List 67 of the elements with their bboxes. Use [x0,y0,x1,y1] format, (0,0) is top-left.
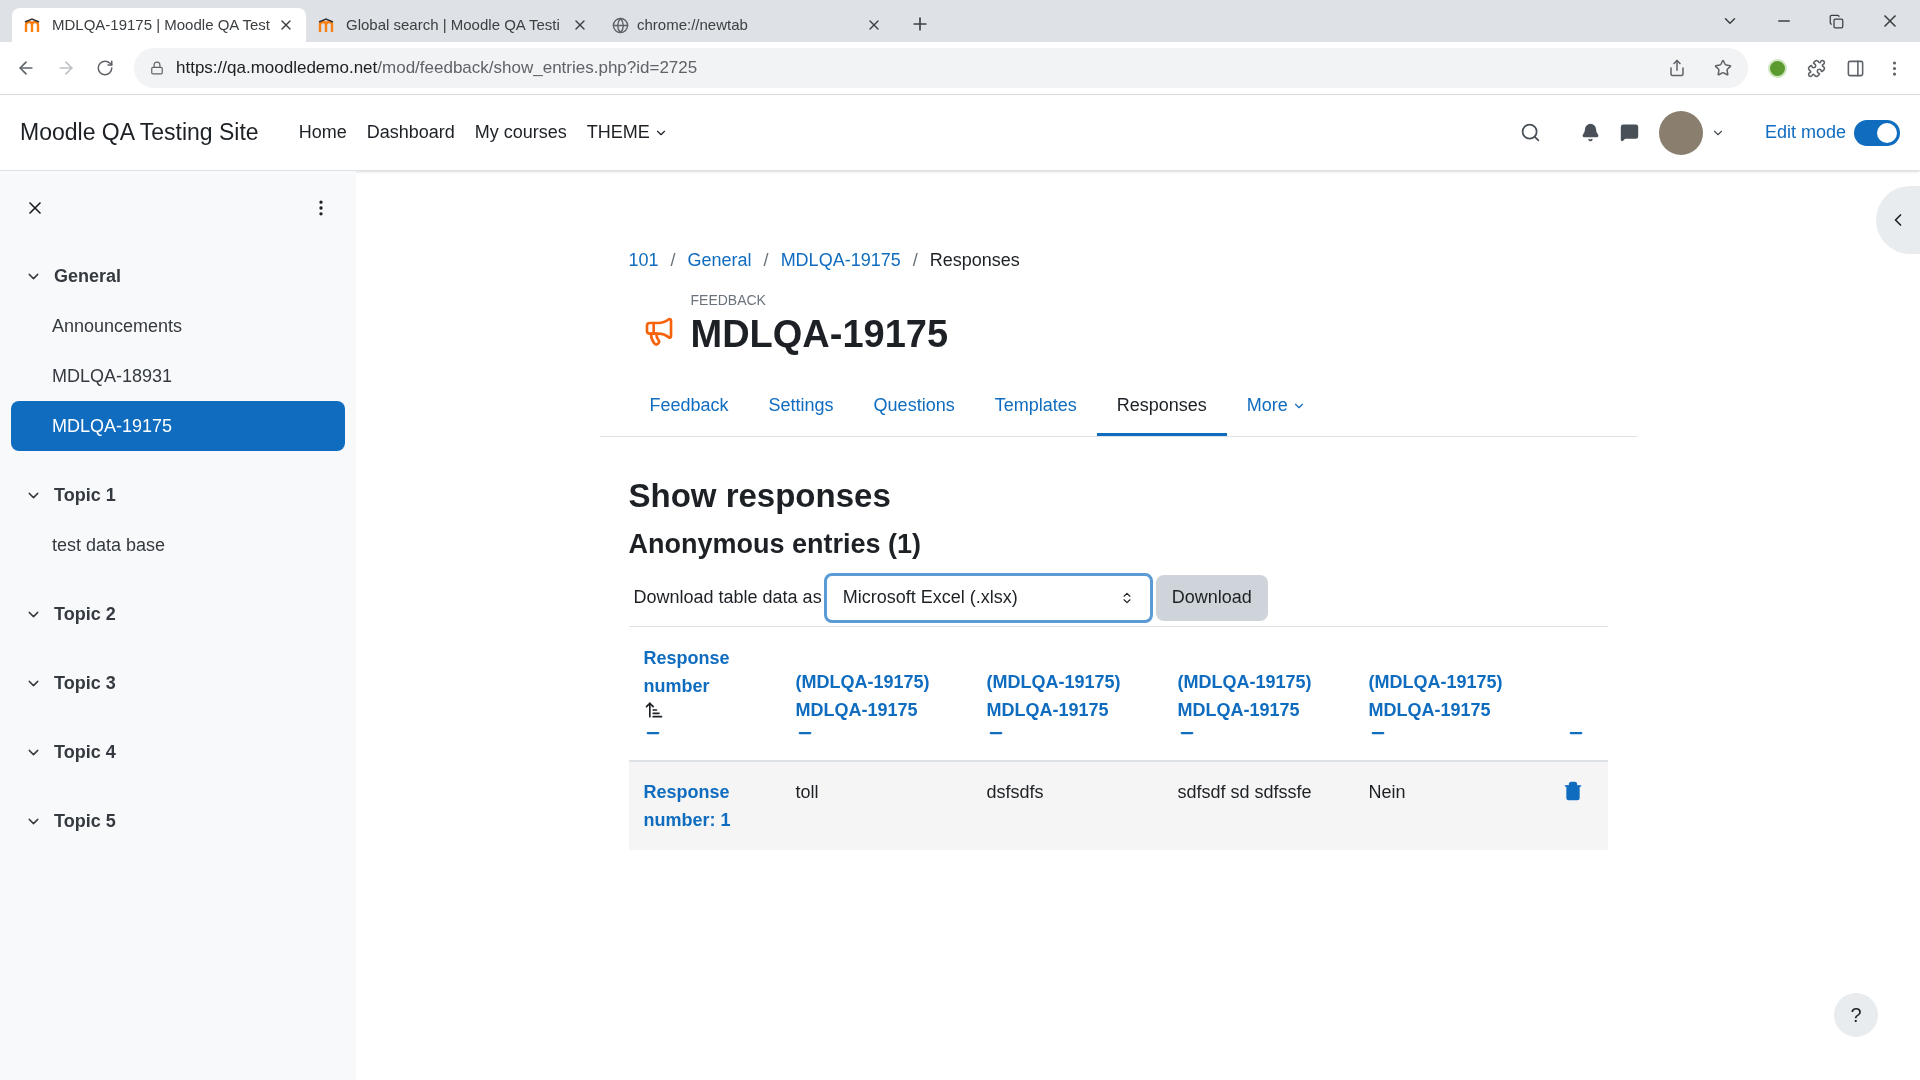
format-select[interactable]: Microsoft Excel (.xlsx) [823,572,1153,623]
nav-tab[interactable]: Questions [853,378,975,436]
table-cell-text: dsfsdfs [986,780,1045,804]
section-header[interactable]: General [11,251,345,301]
section-heading: Show responses [628,475,892,516]
nav-tab[interactable]: More [1226,378,1326,436]
side-panel-icon[interactable] [1846,58,1865,78]
extensions-icon[interactable] [1807,58,1826,78]
bell-icon[interactable] [1580,123,1600,142]
extension-icon[interactable] [1768,58,1787,78]
breadcrumb-current: Responses [929,249,1020,272]
page-title: MDLQA-19175 [690,312,949,357]
activity-type: FEEDBACK [690,291,767,310]
lock-icon [150,61,164,75]
url-text: https://qa.moodledemo.net/mod/feedback/show_entries.php?id=2725 [176,57,699,80]
nav-link[interactable]: My courses [474,119,567,146]
breadcrumb-separator: / [912,249,918,272]
subheading: Anonymous entries (1) [628,528,923,561]
chat-icon[interactable] [1619,123,1639,142]
response-link[interactable]: Response number: 1 [643,777,744,834]
column-header-link[interactable]: (MDLQA-19175) MDLQA-19175 [795,667,946,724]
nav-link[interactable]: THEME [586,119,668,146]
nav-tab[interactable]: Feedback [629,378,749,436]
help-button[interactable]: ? [1834,993,1878,1037]
edit-mode-toggle[interactable] [1854,119,1900,146]
breadcrumb-separator: / [763,249,769,272]
column-header-link[interactable]: (MDLQA-19175) MDLQA-19175 [1177,667,1328,724]
browser-tab[interactable]: chrome://newtab [600,8,894,42]
nav-tab[interactable]: Settings [748,378,854,436]
breadcrumb-link[interactable]: 101 [628,247,659,274]
section-header[interactable]: Topic 2 [11,589,345,639]
nav-tab[interactable]: Templates [974,378,1097,436]
edit-mode-label: Edit mode [1764,121,1846,144]
column-header-link[interactable]: (MDLQA-19175) MDLQA-19175 [986,667,1137,724]
sidebar-item[interactable]: test data base [11,520,345,570]
sidebar-item[interactable]: MDLQA-19175 [11,401,345,451]
browser-tab[interactable]: Global search | Moodle QA Testi [306,8,600,42]
delete-icon[interactable] [1562,780,1583,801]
site-name[interactable]: Moodle QA Testing Site [20,115,259,150]
table-cell-text: Nein [1368,780,1407,804]
globe-icon [612,16,629,34]
download-button[interactable]: Download [1155,574,1268,621]
nav-link[interactable]: Home [298,119,347,146]
sidebar-item[interactable]: MDLQA-18931 [11,351,345,401]
section-header[interactable]: Topic 1 [11,470,345,520]
nav-link[interactable]: Dashboard [366,119,455,146]
drawer-toggle-tab[interactable] [1876,186,1920,254]
column-header-link[interactable]: Response number [643,643,744,700]
breadcrumb-separator: / [670,249,676,272]
browser-tab[interactable]: MDLQA-19175 | Moodle QA Test [12,8,306,42]
restore-icon[interactable] [1829,13,1844,29]
sidebar-item[interactable]: Announcements [11,301,345,351]
table-cell-text: toll [795,780,820,804]
section-header[interactable]: Topic 3 [11,658,345,708]
section-header[interactable]: Topic 5 [11,796,345,846]
address-bar[interactable]: https://qa.moodledemo.net/mod/feedback/show_entries.php?id=2725 [134,48,1748,88]
breadcrumb-link[interactable]: MDLQA-19175 [780,247,901,274]
download-label: Download table data as [633,586,822,609]
share-icon[interactable] [1668,59,1686,77]
nav-tab[interactable]: Responses [1096,378,1227,436]
table-cell-text: sdfsdf sd sdfssfe [1177,780,1313,804]
column-header-link[interactable]: (MDLQA-19175) MDLQA-19175 [1368,667,1519,724]
bookmark-star-icon[interactable] [1714,59,1732,77]
section-header[interactable]: Topic 4 [11,727,345,777]
breadcrumb-link[interactable]: General [687,247,752,274]
reload-icon[interactable] [96,59,114,77]
search-icon[interactable] [1519,122,1541,143]
